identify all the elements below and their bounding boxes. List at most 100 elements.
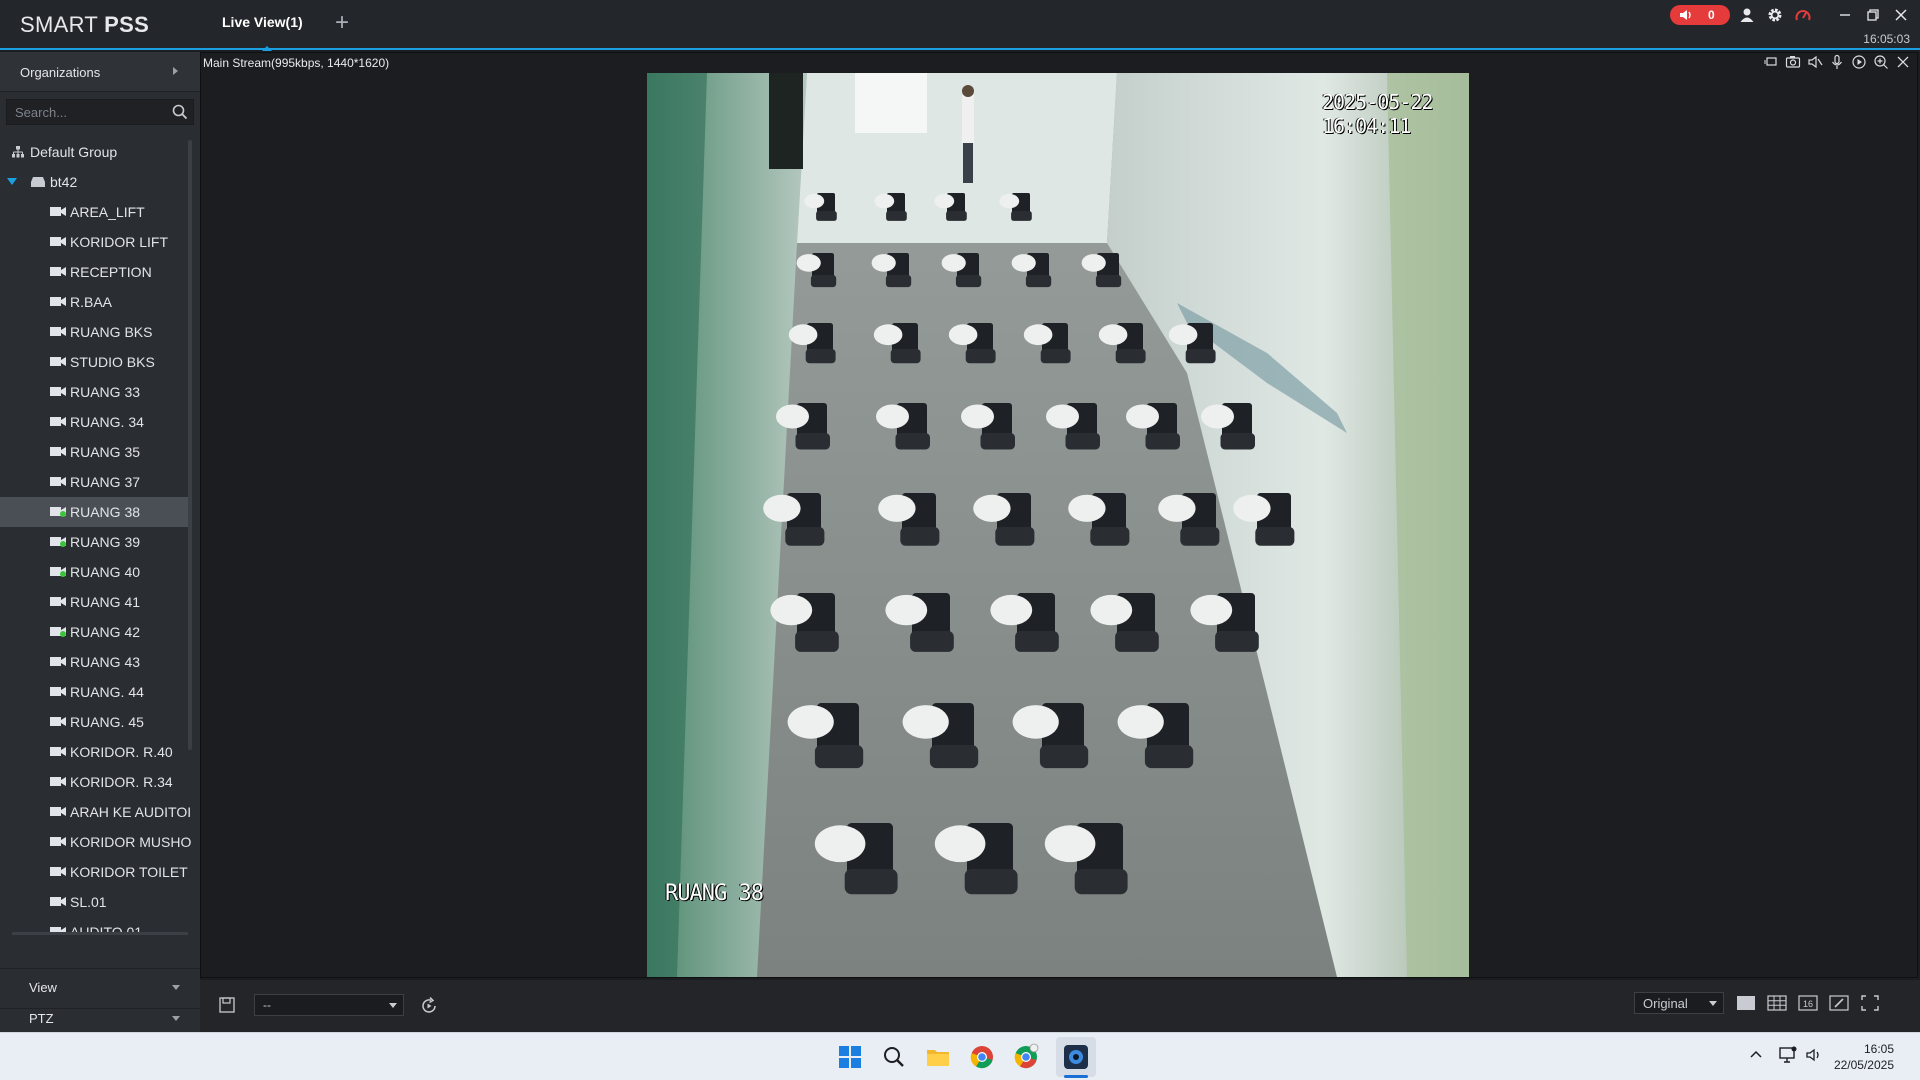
camera-icon <box>50 507 66 517</box>
microphone-icon[interactable] <box>1829 54 1845 70</box>
chrome-icon[interactable] <box>968 1043 996 1071</box>
tree-channel-item[interactable]: KORIDOR MUSHO <box>0 827 191 857</box>
tree-channel-item[interactable]: RUANG 43 <box>0 647 188 677</box>
tree-channel-item[interactable]: RUANG 38 <box>0 497 188 527</box>
network-display-icon[interactable] <box>1778 1045 1798 1065</box>
tree-root-default-group[interactable]: Default Group <box>0 137 188 167</box>
digital-zoom-icon[interactable] <box>1763 54 1779 70</box>
chrome-profile-icon[interactable] <box>1012 1043 1040 1071</box>
taskbar-clock[interactable]: 16:05 22/05/2025 <box>1834 1041 1894 1073</box>
audio-speaker-icon[interactable] <box>1807 54 1823 70</box>
tree-channel-item[interactable]: KORIDOR. R.34 <box>0 767 188 797</box>
tree-channel-item[interactable]: RUANG 33 <box>0 377 188 407</box>
tree-channel-label: RUANG 37 <box>70 474 141 490</box>
zoom-in-icon[interactable] <box>1873 54 1889 70</box>
tree-channel-item[interactable]: KORIDOR TOILET <box>0 857 188 887</box>
active-tab-indicator <box>262 46 272 51</box>
windows-start-icon[interactable] <box>836 1043 864 1071</box>
camera-video-feed[interactable]: 2025-05-22 16:04:11 RUANG 38 <box>647 73 1469 977</box>
tree-channel-item[interactable]: RUANG 42 <box>0 617 188 647</box>
chevron-right-icon <box>173 67 178 75</box>
tree-channel-item[interactable]: ARAH KE AUDITOI <box>0 797 192 827</box>
tree-device-label: bt42 <box>50 174 78 190</box>
tree-horizontal-scrollbar[interactable] <box>12 932 188 935</box>
camera-icon <box>50 267 66 276</box>
close-icon[interactable] <box>1892 6 1910 24</box>
close-video-icon[interactable] <box>1895 54 1911 70</box>
camera-icon <box>50 327 66 336</box>
camera-icon <box>50 417 66 426</box>
tab-live-view[interactable]: Live View(1) <box>222 14 303 30</box>
ptz-section-button[interactable]: PTZ <box>0 1008 200 1032</box>
camera-icon <box>50 897 66 906</box>
tree-channel-label: RUANG 40 <box>70 564 141 580</box>
minimize-icon[interactable] <box>1836 6 1854 24</box>
active-app-indicator <box>1064 1075 1088 1078</box>
tree-channel-item[interactable]: KORIDOR LIFT <box>0 227 188 257</box>
camera-icon <box>50 867 66 876</box>
camera-icon <box>50 837 66 846</box>
video-toolbar <box>1763 54 1913 72</box>
gear-icon[interactable] <box>1766 6 1784 24</box>
alarm-button[interactable]: 0 <box>1670 5 1730 25</box>
record-play-icon[interactable] <box>1851 54 1867 70</box>
tree-channel-item[interactable]: SL.01 <box>0 887 188 917</box>
user-icon[interactable] <box>1738 6 1756 24</box>
layout-grid-icon[interactable] <box>1767 994 1787 1012</box>
tree-channel-item[interactable]: RUANG. 34 <box>0 407 188 437</box>
smartpss-app-icon[interactable] <box>1062 1043 1090 1071</box>
nvr-device-icon <box>31 177 45 187</box>
tree-channel-item[interactable]: RUANG 40 <box>0 557 188 587</box>
tree-channel-item[interactable]: RUANG 35 <box>0 437 188 467</box>
tree-channel-item[interactable]: STUDIO BKS <box>0 347 188 377</box>
camera-icon <box>50 777 66 786</box>
layout-16-icon[interactable]: 16 <box>1798 994 1818 1012</box>
snapshot-camera-icon[interactable] <box>1785 54 1801 70</box>
tree-channel-item[interactable]: KORIDOR. R.40 <box>0 737 188 767</box>
performance-gauge-icon[interactable] <box>1794 6 1812 24</box>
org-tree-icon <box>12 146 24 158</box>
camera-icon <box>50 537 66 547</box>
add-tab-button[interactable]: + <box>330 11 354 36</box>
organizations-header[interactable]: Organizations <box>0 52 200 92</box>
layout-1-icon[interactable] <box>1736 994 1756 1012</box>
tree-channel-label: RUANG 35 <box>70 444 141 460</box>
tree-channel-label: ARAH KE AUDITOI <box>70 804 192 820</box>
taskbar-search-icon[interactable] <box>880 1043 908 1071</box>
tree-channel-label: RUANG 33 <box>70 384 141 400</box>
expand-triangle-icon[interactable] <box>7 178 17 186</box>
volume-icon[interactable] <box>1804 1045 1824 1065</box>
restore-icon[interactable] <box>1864 6 1882 24</box>
tree-channel-label: RUANG. 44 <box>70 684 144 700</box>
tree-channel-item[interactable]: RUANG 39 <box>0 527 188 557</box>
tree-device-bt42[interactable]: bt42 <box>0 167 188 197</box>
view-select[interactable]: -- <box>254 994 404 1016</box>
tree-channel-item[interactable]: RECEPTION <box>0 257 188 287</box>
fullscreen-icon[interactable] <box>1860 994 1880 1012</box>
tray-chevron-up-icon[interactable] <box>1746 1045 1766 1065</box>
view-section-button[interactable]: View <box>0 968 200 1004</box>
aspect-ratio-select[interactable]: Original <box>1634 992 1724 1014</box>
tree-channel-label: KORIDOR. R.34 <box>70 774 173 790</box>
save-view-icon[interactable] <box>218 996 236 1014</box>
tree-channel-label: KORIDOR LIFT <box>70 234 169 250</box>
refresh-cycle-icon[interactable] <box>419 996 439 1016</box>
tree-channel-item[interactable]: RUANG BKS <box>0 317 188 347</box>
camera-icon <box>50 747 66 756</box>
custom-layout-edit-icon[interactable] <box>1829 994 1849 1012</box>
sidebar: Organizations Default Group <box>0 52 200 1032</box>
tree-channel-item[interactable]: AREA_LIFT <box>0 197 188 227</box>
search-icon[interactable] <box>171 103 189 121</box>
live-control-bar: -- Original 16 <box>200 980 1920 1032</box>
tree-scrollbar[interactable] <box>188 140 192 750</box>
tree-channel-item[interactable]: RUANG 37 <box>0 467 188 497</box>
tree-channel-item[interactable]: RUANG 41 <box>0 587 188 617</box>
tree-channel-item[interactable]: R.BAA <box>0 287 188 317</box>
chevron-down-icon <box>172 1016 180 1021</box>
tree-channel-item[interactable]: RUANG. 45 <box>0 707 188 737</box>
organizations-label: Organizations <box>20 65 101 80</box>
live-view-panel[interactable]: Main Stream(995kbps, 1440*1620) 2025-05-… <box>200 52 1918 978</box>
file-explorer-icon[interactable] <box>924 1043 952 1071</box>
search-input[interactable] <box>15 104 165 120</box>
tree-channel-item[interactable]: RUANG. 44 <box>0 677 188 707</box>
